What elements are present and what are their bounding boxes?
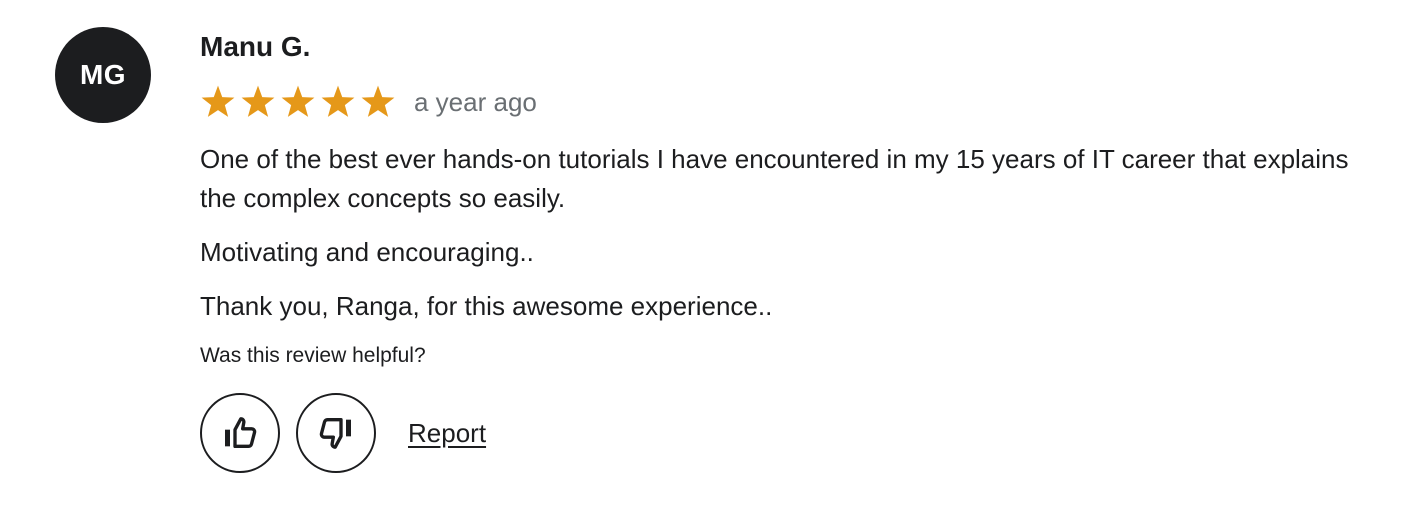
avatar-initials: MG (79, 59, 127, 90)
helpful-question: Was this review helpful? (200, 344, 426, 367)
thumbs-up-icon (225, 417, 257, 448)
rating-row: a year ago (200, 84, 1390, 120)
avatar: MG (55, 27, 151, 123)
report-link[interactable]: Report (408, 418, 486, 449)
thumbs-down-button[interactable] (296, 393, 376, 473)
review-content: Manu G. a year ago One of the best ever … (200, 28, 1390, 473)
star-icon (361, 85, 395, 117)
thumbs-up-button[interactable] (200, 393, 280, 473)
review-time: a year ago (414, 87, 537, 117)
star-icon (321, 85, 355, 117)
review-paragraph: One of the best ever hands-on tutorials … (200, 144, 1349, 213)
review-paragraph: Motivating and encouraging.. (200, 237, 534, 267)
review-paragraph: Thank you, Ranga, for this awesome exper… (200, 291, 773, 321)
star-icon (201, 85, 235, 117)
star-rating (200, 84, 396, 120)
review-actions: Report (200, 393, 1390, 473)
star-icon (281, 85, 315, 117)
review-text: One of the best ever hands-on tutorials … (200, 140, 1390, 326)
thumbs-down-icon (319, 418, 351, 449)
reviewer-name: Manu G. (200, 31, 311, 62)
review-card: MG Manu G. a year ago One of the best ev… (0, 0, 1407, 506)
star-icon (241, 85, 275, 117)
